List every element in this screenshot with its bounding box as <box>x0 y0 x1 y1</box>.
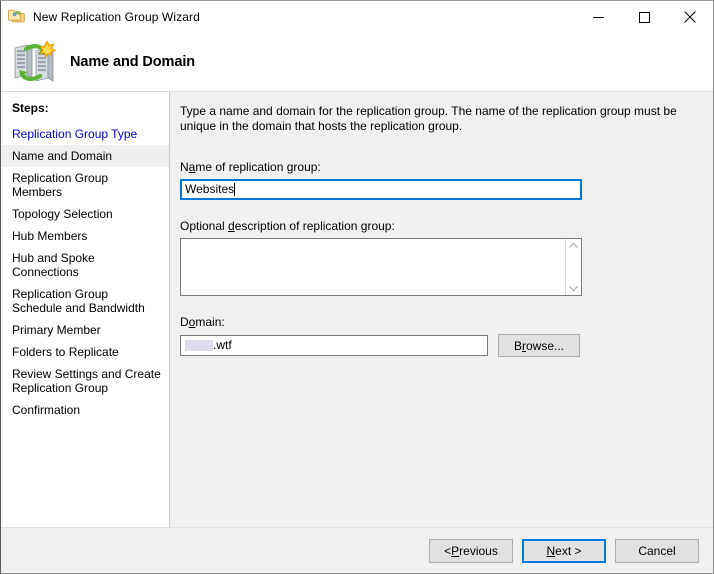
domain-label-post: main: <box>195 315 224 329</box>
window-title: New Replication Group Wizard <box>33 10 200 24</box>
chevron-up-icon <box>568 242 579 249</box>
name-field-label: Name of replication group: <box>180 160 713 174</box>
page-title: Name and Domain <box>70 54 195 70</box>
sidebar-item-name-and-domain[interactable]: Name and Domain <box>1 145 169 167</box>
next-label-post: ext > <box>555 544 581 558</box>
sidebar-item-review-settings-and-create-replication-group: Review Settings and Create Replication G… <box>1 363 169 399</box>
cancel-button[interactable]: Cancel <box>615 539 699 563</box>
sidebar-item-label: Hub and Spoke Connections <box>12 251 95 279</box>
maximize-icon <box>639 12 650 23</box>
wizard-header: Name and Domain <box>1 33 713 92</box>
sidebar-item-replication-group-type[interactable]: Replication Group Type <box>1 123 169 145</box>
browse-label-pre: B <box>514 339 522 353</box>
sidebar-item-label: Hub Members <box>12 229 87 243</box>
sidebar-item-label: Review Settings and Create Replication G… <box>12 367 161 395</box>
sidebar-item-hub-members: Hub Members <box>1 225 169 247</box>
sidebar-item-topology-selection: Topology Selection <box>1 203 169 225</box>
sidebar-item-label: Name and Domain <box>12 149 112 163</box>
sidebar-item-label: Confirmation <box>12 403 80 417</box>
desc-label-accel: d <box>228 219 235 233</box>
wizard-window: New Replication Group Wizard <box>0 0 714 574</box>
previous-label-post: revious <box>459 544 498 558</box>
text-caret <box>234 183 235 196</box>
title-bar: New Replication Group Wizard <box>1 1 713 33</box>
wizard-body: Steps: Replication Group Type Name and D… <box>1 92 713 527</box>
next-label-accel: N <box>546 544 555 558</box>
minimize-icon <box>593 12 604 23</box>
steps-heading: Steps: <box>1 101 169 115</box>
maximize-button[interactable] <box>621 1 667 33</box>
instructions-text: Type a name and domain for the replicati… <box>180 104 691 134</box>
sidebar-item-folders-to-replicate: Folders to Replicate <box>1 341 169 363</box>
description-textarea-value[interactable] <box>181 239 565 295</box>
sidebar-item-label: Replication Group Schedule and Bandwidth <box>12 287 145 315</box>
domain-field-label: Domain: <box>180 315 713 329</box>
browse-button[interactable]: Browse... <box>498 334 580 357</box>
description-field-label: Optional description of replication grou… <box>180 219 713 233</box>
steps-sidebar: Steps: Replication Group Type Name and D… <box>1 92 170 527</box>
domain-input-suffix: .wtf <box>213 337 232 354</box>
chevron-down-icon <box>568 285 579 292</box>
sidebar-item-label: Primary Member <box>12 323 101 337</box>
name-input[interactable]: Websites <box>180 179 582 200</box>
name-input-row: Websites <box>180 179 713 200</box>
previous-button[interactable]: < Previous <box>429 539 513 563</box>
sidebar-item-label: Folders to Replicate <box>12 345 119 359</box>
domain-input[interactable]: .wtf <box>180 335 488 356</box>
desc-label-pre: Optional <box>180 219 228 233</box>
window-controls <box>575 1 713 33</box>
cancel-label: Cancel <box>638 544 675 558</box>
description-scrollbar[interactable] <box>565 239 581 295</box>
sidebar-item-replication-group-schedule-and-bandwidth: Replication Group Schedule and Bandwidth <box>1 283 169 319</box>
replication-servers-icon <box>10 40 56 84</box>
name-input-value: Websites <box>185 181 234 198</box>
redacted-value-block <box>185 340 213 351</box>
folders-replication-icon <box>8 8 26 26</box>
name-label-pre: N <box>180 160 189 174</box>
browse-label-post: owse... <box>526 339 564 353</box>
domain-input-row: .wtf Browse... <box>180 334 713 357</box>
next-button[interactable]: Next > <box>522 539 606 563</box>
content-panel: Type a name and domain for the replicati… <box>170 92 713 527</box>
minimize-button[interactable] <box>575 1 621 33</box>
close-button[interactable] <box>667 1 713 33</box>
sidebar-item-label: Topology Selection <box>12 207 113 221</box>
name-label-post: me of replication group: <box>195 160 320 174</box>
domain-label-pre: D <box>180 315 189 329</box>
sidebar-item-replication-group-members: Replication Group Members <box>1 167 169 203</box>
desc-label-post: escription of replication group: <box>235 219 395 233</box>
sidebar-item-label: Replication Group Members <box>12 171 108 199</box>
sidebar-item-primary-member: Primary Member <box>1 319 169 341</box>
previous-label-pre: < <box>444 544 451 558</box>
previous-label-accel: P <box>451 544 459 558</box>
sidebar-item-label: Replication Group Type <box>12 127 137 141</box>
wizard-footer: < Previous Next > Cancel <box>1 527 713 573</box>
description-textarea[interactable] <box>180 238 582 296</box>
close-icon <box>684 11 696 23</box>
sidebar-item-hub-and-spoke-connections: Hub and Spoke Connections <box>1 247 169 283</box>
sidebar-item-confirmation: Confirmation <box>1 399 169 421</box>
